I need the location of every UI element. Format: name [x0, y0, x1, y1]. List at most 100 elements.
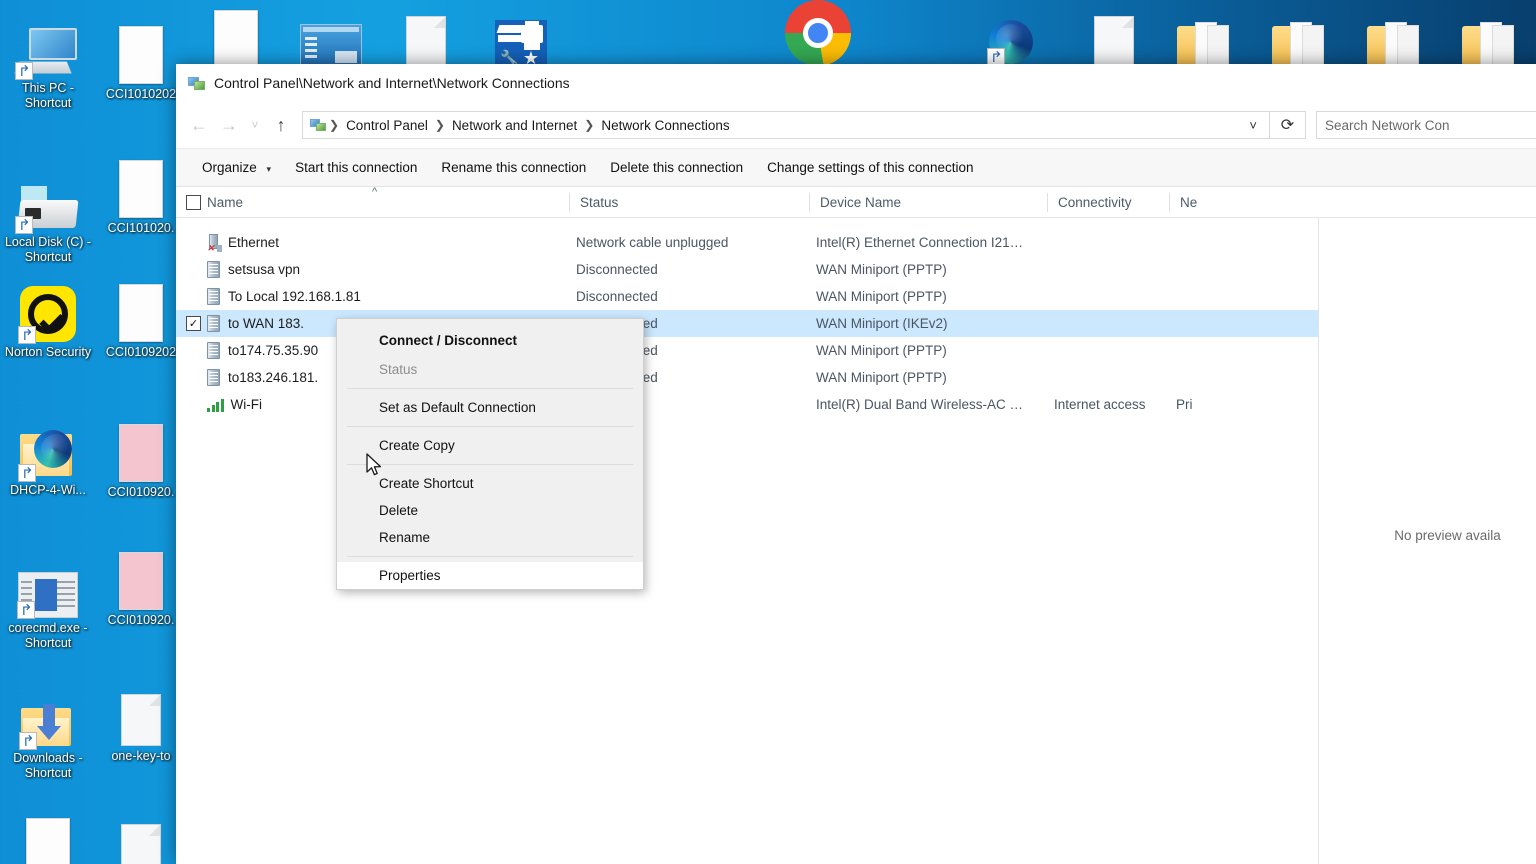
column-header-device-label: Device Name [820, 194, 902, 210]
back-button[interactable]: ← [184, 110, 214, 140]
shield-icon [351, 502, 368, 520]
folder-documents-icon [1462, 22, 1516, 68]
corecmd-shortcut-icon [17, 572, 78, 619]
breadcrumb-separator: ❯ [434, 118, 445, 132]
vpn-connection-icon [207, 315, 220, 332]
desktop-icon-cci-1[interactable]: CCI1010202 [95, 14, 187, 102]
row-device-cell: WAN Miniport (PPTP) [816, 343, 947, 358]
desktop-icon-folder-2[interactable] [1253, 6, 1345, 68]
row-status-cell: Network cable unplugged [576, 235, 729, 250]
row-name-label: to WAN 183. [228, 316, 305, 331]
desktop-icon-top-4[interactable]: 🔧 ★ [475, 6, 567, 68]
chevron-down-icon: ▾ [266, 164, 272, 174]
delete-this-connection-button[interactable]: Delete this connection [598, 154, 755, 181]
desktop-icon-this-pc[interactable]: This PC - Shortcut [2, 8, 94, 111]
desktop-icon-cci-2[interactable]: CCI101020. [95, 148, 187, 236]
desktop-icon-cci-4[interactable]: CCI010920. [95, 412, 187, 500]
up-button[interactable]: ↑ [266, 110, 296, 140]
row-name-cell: setsusa vpn [176, 261, 570, 278]
shortcut-arrow-icon [17, 601, 35, 619]
vpn-connection-icon [207, 369, 220, 386]
row-name-label: To Local 192.168.1.81 [228, 289, 361, 304]
desktop-icon-label: CCI101020. [107, 221, 175, 235]
desktop-icon-top-1[interactable] [190, 6, 282, 68]
desktop-icon-top-7[interactable] [1068, 6, 1160, 68]
row-name-label: setsusa vpn [228, 262, 301, 277]
shortcut-arrow-icon [15, 62, 33, 80]
desktop-icon-local-disk[interactable]: Local Disk (C) - Shortcut [2, 162, 94, 265]
menu-item-connect-disconnect[interactable]: Connect / Disconnect [337, 322, 643, 356]
organize-button[interactable]: Organize ▾ [190, 154, 283, 181]
forward-button[interactable]: → [214, 110, 244, 140]
column-header-status[interactable]: Status [570, 187, 810, 218]
desktop-icon-label: CCI010920. [107, 613, 175, 627]
desktop-icon-edge[interactable] [965, 4, 1057, 66]
breadcrumb-network-connections[interactable]: Network Connections [595, 118, 735, 133]
menu-separator [347, 556, 633, 557]
desktop-icon-norton[interactable]: Norton Security [2, 272, 94, 360]
document-icon [26, 818, 70, 864]
desktop-icon-doc-bottom[interactable] [2, 806, 94, 864]
document-pink-icon [119, 552, 163, 610]
table-row[interactable]: To Local 192.168.1.81 Disconnected WAN M… [176, 283, 1318, 310]
row-device-cell: Intel(R) Ethernet Connection I21… [816, 235, 1024, 250]
desktop-icon-corecmd[interactable]: corecmd.exe - Shortcut [2, 548, 94, 651]
desktop-icon-label: DHCP-4-Wi... [10, 483, 86, 497]
row-device-cell: WAN Miniport (IKEv2) [816, 316, 948, 331]
menu-item-set-as-default-connection[interactable]: Set as Default Connection [337, 394, 643, 421]
start-this-connection-button[interactable]: Start this connection [283, 154, 429, 181]
sort-ascending-icon: ^ [372, 185, 378, 198]
breadcrumb-control-panel[interactable]: Control Panel [340, 118, 434, 133]
norton-security-icon [18, 286, 76, 344]
menu-item-delete-label: Delete [379, 503, 419, 518]
column-header-connectivity-label: Connectivity [1058, 194, 1132, 210]
desktop-icon-folder-4[interactable] [1443, 6, 1535, 68]
preview-pane: No preview availa [1318, 218, 1536, 864]
folder-edge-shortcut-icon [18, 430, 76, 482]
desktop-icon-folder-3[interactable] [1348, 6, 1440, 68]
minimize-button[interactable] [1530, 64, 1536, 102]
row-checkbox[interactable]: ✓ [186, 316, 201, 331]
menu-item-properties[interactable]: Properties [337, 562, 643, 589]
desktop-icon-cci-3[interactable]: CCI0109202 [95, 272, 187, 360]
command-bar: Organize ▾ Start this connection Rename … [176, 148, 1536, 187]
search-box[interactable] [1316, 111, 1536, 139]
shortcut-arrow-icon [18, 326, 36, 344]
window-app-icon [300, 24, 362, 68]
select-all-checkbox[interactable] [186, 194, 201, 210]
table-row[interactable]: setsusa vpn Disconnected WAN Miniport (P… [176, 256, 1318, 283]
document-icon [119, 26, 163, 84]
column-header-device-name[interactable]: Device Name [810, 187, 1048, 218]
desktop-icon-cci-5[interactable]: CCI010920. [95, 540, 187, 628]
desktop-icon-doc-bottom-2[interactable] [95, 806, 187, 864]
column-header-network[interactable]: Ne [1170, 187, 1318, 218]
desktop-icon-top-2[interactable] [285, 6, 377, 68]
change-settings-button[interactable]: Change settings of this connection [755, 154, 985, 181]
desktop-icon-one-key[interactable]: one-key-to [95, 676, 187, 764]
address-bar[interactable]: ❯ Control Panel ❯ Network and Internet ❯… [302, 111, 1270, 139]
vpn-connection-icon [207, 288, 220, 305]
desktop-icon-dhcp[interactable]: DHCP-4-Wi... [2, 410, 94, 498]
menu-item-delete[interactable]: Delete [337, 497, 643, 524]
column-header-name[interactable]: Name ^ [176, 185, 570, 218]
rename-this-connection-button[interactable]: Rename this connection [429, 154, 598, 181]
chevron-down-icon[interactable]: ˅ [1241, 118, 1265, 133]
column-headers: Name ^ Status Device Name Connectivity N… [176, 185, 1536, 218]
window-controls [1530, 64, 1536, 102]
recent-locations-button[interactable]: ˅ [244, 110, 266, 140]
computer-shortcut-icon [14, 28, 79, 80]
menu-item-rename[interactable]: Rename [337, 524, 643, 551]
row-name-label: to183.246.181. [228, 370, 319, 385]
refresh-button[interactable]: ⟳ [1270, 111, 1306, 139]
desktop-icon-chrome[interactable] [772, 0, 864, 66]
desktop-icon-label: CCI0109202 [105, 345, 177, 359]
desktop-icon-folder-1[interactable] [1158, 6, 1250, 68]
breadcrumb-network-and-internet[interactable]: Network and Internet [446, 118, 583, 133]
shortcut-arrow-icon [19, 732, 37, 750]
shortcut-arrow-icon [18, 464, 36, 482]
desktop-icon-top-3[interactable] [380, 6, 472, 68]
search-input[interactable] [1325, 117, 1536, 133]
column-header-connectivity[interactable]: Connectivity [1048, 187, 1170, 218]
desktop-icon-downloads[interactable]: Downloads - Shortcut [2, 678, 94, 781]
table-row[interactable]: ✕ Ethernet Network cable unplugged Intel… [176, 229, 1318, 256]
